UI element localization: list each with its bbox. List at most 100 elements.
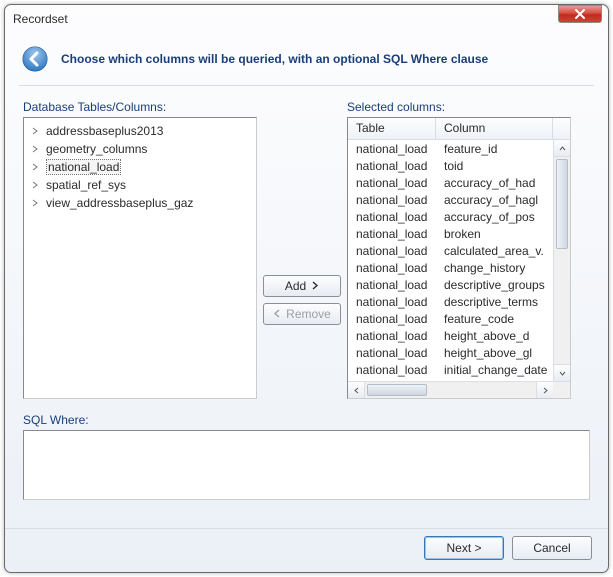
table-row[interactable]: national_loadbroken — [348, 227, 553, 244]
table-row[interactable]: national_loaddescriptive_groups — [348, 278, 553, 295]
hscroll-thumb[interactable] — [367, 384, 427, 396]
transfer-buttons: Add Remove — [263, 100, 341, 399]
tree-item-label: geometry_columns — [46, 142, 147, 156]
table-row[interactable]: national_loadheight_above_d — [348, 329, 553, 346]
tree-item[interactable]: geometry_columns — [26, 140, 254, 158]
remove-button[interactable]: Remove — [263, 303, 341, 325]
chevron-left-icon — [273, 309, 280, 318]
cell-table: national_load — [348, 244, 436, 261]
vertical-scrollbar[interactable] — [553, 140, 570, 381]
cell-column: descriptive_groups — [436, 278, 553, 295]
scroll-track[interactable] — [554, 157, 570, 364]
cell-table: national_load — [348, 142, 436, 159]
list-header: Table Column — [348, 118, 570, 140]
cancel-button[interactable]: Cancel — [512, 536, 592, 560]
header-column[interactable]: Column — [436, 118, 553, 139]
expand-icon[interactable] — [30, 198, 40, 208]
table-row[interactable]: national_loadheight_above_gl — [348, 346, 553, 363]
cell-table: national_load — [348, 210, 436, 227]
add-button-label: Add — [285, 279, 306, 293]
expand-icon[interactable] — [30, 162, 40, 172]
back-icon[interactable] — [21, 45, 49, 73]
footer: Next > Cancel — [5, 528, 608, 572]
scroll-thumb[interactable] — [556, 159, 568, 249]
cancel-button-label: Cancel — [533, 541, 570, 555]
sql-group: SQL Where: — [23, 413, 590, 500]
scroll-down-icon[interactable] — [554, 364, 570, 381]
cell-column: change_history — [436, 261, 553, 278]
cell-column: accuracy_of_pos — [436, 210, 553, 227]
list-body: national_loadfeature_idnational_loadtoid… — [348, 140, 553, 381]
table-row[interactable]: national_loadaccuracy_of_had — [348, 176, 553, 193]
table-row[interactable]: national_loadfeature_id — [348, 142, 553, 159]
remove-button-label: Remove — [286, 307, 331, 321]
cell-column: descriptive_terms — [436, 295, 553, 312]
tables-tree[interactable]: addressbaseplus2013 geometry_columnsnatio… — [23, 117, 257, 399]
next-button[interactable]: Next > — [424, 536, 504, 560]
tree-item-label: national_load — [46, 159, 121, 175]
tree-item-label: addressbaseplus2013 — [46, 124, 163, 138]
tree-item[interactable]: national_load — [26, 158, 254, 176]
scroll-left-icon[interactable] — [348, 382, 365, 398]
close-button[interactable] — [558, 5, 602, 23]
cell-table: national_load — [348, 176, 436, 193]
cell-table: national_load — [348, 295, 436, 312]
cell-table: national_load — [348, 312, 436, 329]
cell-table: national_load — [348, 159, 436, 176]
titlebar: Recordset — [5, 5, 608, 33]
table-row[interactable]: national_loadaccuracy_of_hagl — [348, 193, 553, 210]
cell-column: accuracy_of_hagl — [436, 193, 553, 210]
tree-item[interactable]: addressbaseplus2013 — [26, 122, 254, 140]
cell-table: national_load — [348, 278, 436, 295]
hscroll-track[interactable] — [365, 382, 536, 398]
body: Database Tables/Columns: addressbaseplus… — [5, 86, 608, 528]
cell-table: national_load — [348, 363, 436, 380]
selected-group: Selected columns: Table Column national_… — [347, 100, 571, 399]
tables-label: Database Tables/Columns: — [23, 100, 257, 114]
horizontal-scrollbar[interactable] — [348, 381, 570, 398]
tables-group: Database Tables/Columns: addressbaseplus… — [23, 100, 257, 399]
sql-label: SQL Where: — [23, 413, 590, 427]
selected-label: Selected columns: — [347, 100, 571, 114]
cell-column: height_above_d — [436, 329, 553, 346]
scroll-corner — [553, 382, 570, 398]
table-row[interactable]: national_loadchange_history — [348, 261, 553, 278]
cell-column: broken — [436, 227, 553, 244]
table-row[interactable]: national_loaddescriptive_terms — [348, 295, 553, 312]
close-icon — [574, 9, 586, 19]
cell-column: initial_change_date — [436, 363, 553, 380]
window-title: Recordset — [13, 12, 558, 26]
scroll-right-icon[interactable] — [536, 382, 553, 398]
tree-item-label: view_addressbaseplus_gaz — [46, 196, 193, 210]
cell-table: national_load — [348, 193, 436, 210]
cell-column: height_above_gl — [436, 346, 553, 363]
tree-item[interactable]: spatial_ref_sys — [26, 176, 254, 194]
cell-column: toid — [436, 159, 553, 176]
cell-table: national_load — [348, 261, 436, 278]
selected-columns-list[interactable]: Table Column national_loadfeature_idnati… — [347, 117, 571, 399]
expand-icon[interactable] — [30, 144, 40, 154]
sql-where-input[interactable] — [23, 430, 590, 500]
dialog-window: Recordset Choose which columns will be q… — [4, 4, 609, 573]
header: Choose which columns will be queried, wi… — [5, 33, 608, 85]
table-row[interactable]: national_loadcalculated_area_v. — [348, 244, 553, 261]
add-button[interactable]: Add — [263, 275, 341, 297]
header-table[interactable]: Table — [348, 118, 436, 139]
scroll-up-icon[interactable] — [554, 140, 570, 157]
table-row[interactable]: national_loadfeature_code — [348, 312, 553, 329]
instruction-text: Choose which columns will be queried, wi… — [61, 52, 488, 66]
cell-table: national_load — [348, 329, 436, 346]
table-row[interactable]: national_loadaccuracy_of_pos — [348, 210, 553, 227]
tree-item-label: spatial_ref_sys — [46, 178, 126, 192]
expand-icon[interactable] — [30, 180, 40, 190]
cell-table: national_load — [348, 346, 436, 363]
table-row[interactable]: national_loadtoid — [348, 159, 553, 176]
cell-column: feature_code — [436, 312, 553, 329]
columns-row: Database Tables/Columns: addressbaseplus… — [23, 100, 590, 399]
next-button-label: Next > — [446, 541, 481, 555]
table-row[interactable]: national_loadinitial_change_date — [348, 363, 553, 380]
expand-icon[interactable] — [30, 126, 40, 136]
chevron-right-icon — [312, 281, 319, 290]
cell-table: national_load — [348, 227, 436, 244]
tree-item[interactable]: view_addressbaseplus_gaz — [26, 194, 254, 212]
